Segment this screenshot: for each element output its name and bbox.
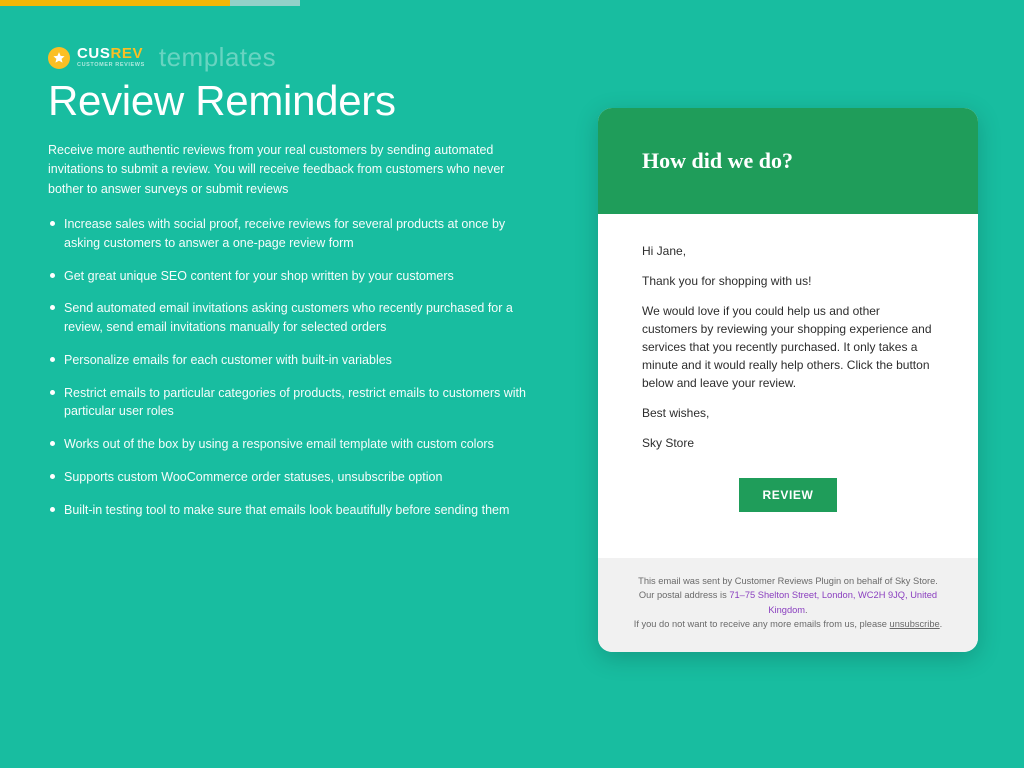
top-accent-bar — [0, 0, 1024, 6]
email-preview-column: How did we do? Hi Jane, Thank you for sh… — [598, 42, 978, 652]
logo-text: CUSREV — [77, 46, 145, 61]
list-item: Works out of the box by using a responsi… — [48, 435, 538, 454]
list-item: Increase sales with social proof, receiv… — [48, 215, 538, 253]
email-line: Thank you for shopping with us! — [642, 272, 934, 290]
review-button[interactable]: REVIEW — [739, 478, 838, 512]
email-greeting: Hi Jane, — [642, 242, 934, 260]
email-line: We would love if you could help us and o… — [642, 302, 934, 392]
list-item: Built-in testing tool to make sure that … — [48, 501, 538, 520]
email-header: How did we do? — [598, 108, 978, 214]
list-item: Send automated email invitations asking … — [48, 299, 538, 337]
email-sender: Sky Store — [642, 434, 934, 452]
brand-row: CUSREV CUSTOMER REVIEWS templates — [48, 42, 562, 73]
footer-line: This email was sent by Customer Reviews … — [620, 574, 956, 588]
list-item: Get great unique SEO content for your sh… — [48, 267, 538, 286]
list-item: Restrict emails to particular categories… — [48, 384, 538, 422]
logo-subtitle: CUSTOMER REVIEWS — [77, 63, 145, 69]
feature-list: Increase sales with social proof, receiv… — [48, 215, 538, 519]
list-item: Personalize emails for each customer wit… — [48, 351, 538, 370]
footer-line: Our postal address is 71–75 Shelton Stre… — [620, 588, 956, 617]
email-signoff: Best wishes, — [642, 404, 934, 422]
email-preview-card: How did we do? Hi Jane, Thank you for sh… — [598, 108, 978, 652]
templates-label: templates — [159, 42, 276, 73]
footer-line: If you do not want to receive any more e… — [620, 617, 956, 631]
content-column: CUSREV CUSTOMER REVIEWS templates Review… — [48, 42, 562, 652]
list-item: Supports custom WooCommerce order status… — [48, 468, 538, 487]
email-body: Hi Jane, Thank you for shopping with us!… — [598, 214, 978, 558]
email-footer: This email was sent by Customer Reviews … — [598, 558, 978, 652]
logo: CUSREV CUSTOMER REVIEWS — [48, 46, 145, 69]
star-icon — [48, 47, 70, 69]
intro-text: Receive more authentic reviews from your… — [48, 141, 528, 199]
page-title: Review Reminders — [48, 79, 562, 123]
footer-address: 71–75 Shelton Street, London, WC2H 9JQ, … — [729, 590, 937, 614]
email-subject: How did we do? — [642, 148, 934, 174]
unsubscribe-link[interactable]: unsubscribe — [890, 619, 940, 629]
